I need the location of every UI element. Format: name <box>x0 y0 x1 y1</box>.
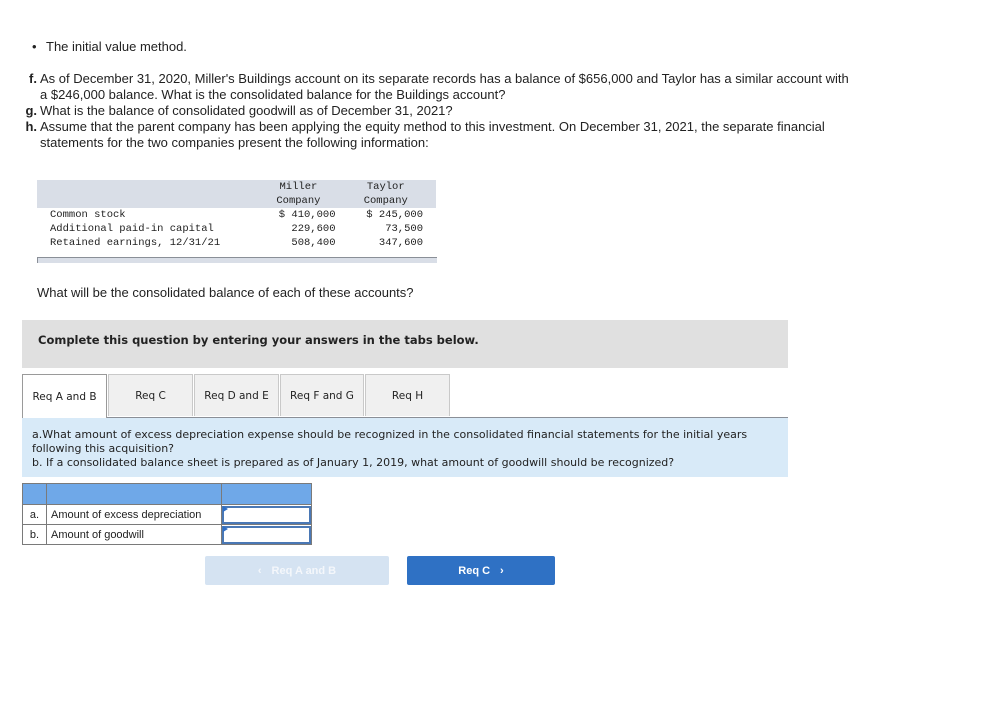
column-header-taylor-line2: Company <box>335 194 436 208</box>
answer-row: a. Amount of excess depreciation <box>22 504 312 525</box>
miller-value: 508,400 <box>291 237 336 249</box>
table-row: Retained earnings, 12/31/21 508,400 347,… <box>37 236 436 250</box>
requirement-tabs: Req A and B Req C Req D and E Req F and … <box>22 374 788 418</box>
answer-label: Amount of excess depreciation <box>46 504 222 525</box>
excess-depreciation-input[interactable] <box>222 505 311 524</box>
answer-label: Amount of goodwill <box>46 524 222 545</box>
question-letter: h. <box>25 119 37 134</box>
bullet-text: The initial value method. <box>46 39 187 54</box>
table-footer-bar <box>37 257 437 263</box>
answer-letter: b. <box>22 524 47 545</box>
question-text: Assume that the parent company has been … <box>40 119 825 150</box>
next-tab-label: Req C <box>458 564 491 577</box>
question-list: f. As of December 31, 2020, Miller's Bui… <box>20 71 850 151</box>
question-text: As of December 31, 2020, Miller's Buildi… <box>40 71 849 102</box>
chevron-right-icon: › <box>500 564 504 577</box>
table-row: Additional paid-in capital 229,600 73,50… <box>37 222 436 236</box>
table-row: Common stock $ 410,000 $ 245,000 <box>37 208 436 222</box>
answer-table: a. Amount of excess depreciation b. Amou… <box>22 483 312 545</box>
instruction-text: Complete this question by entering your … <box>38 333 479 347</box>
question-letter: f. <box>29 71 37 86</box>
question-text: What is the balance of consolidated good… <box>40 103 453 118</box>
tab-req-d-and-e[interactable]: Req D and E <box>194 374 279 416</box>
taylor-value: 73,500 <box>385 223 423 235</box>
financial-data-table: Miller Taylor Company Company Common sto… <box>37 180 436 250</box>
instruction-banner: Complete this question by entering your … <box>22 320 788 368</box>
previous-tab-button[interactable]: ‹ Req A and B <box>205 556 389 585</box>
row-label: Additional paid-in capital <box>50 223 214 235</box>
question-letter: g. <box>25 103 37 118</box>
answer-letter: a. <box>22 504 47 525</box>
prompt-text: What will be the consolidated balance of… <box>37 285 414 300</box>
requirement-b-text: b. If a consolidated balance sheet is pr… <box>32 456 675 469</box>
answer-table-header <box>22 483 312 505</box>
bullet-icon: • <box>32 39 37 54</box>
row-label: Retained earnings, 12/31/21 <box>50 237 221 249</box>
question-f: f. As of December 31, 2020, Miller's Bui… <box>20 71 850 103</box>
tab-req-c[interactable]: Req C <box>108 374 193 416</box>
previous-tab-label: Req A and B <box>271 564 337 577</box>
next-tab-button[interactable]: Req C › <box>407 556 555 585</box>
requirement-description: a.What amount of excess depreciation exp… <box>22 418 788 477</box>
column-header-miller: Miller <box>261 180 336 194</box>
row-label: Common stock <box>50 209 126 221</box>
answer-row: b. Amount of goodwill <box>22 524 312 545</box>
taylor-value: 347,600 <box>378 237 423 249</box>
tab-req-a-and-b[interactable]: Req A and B <box>22 374 107 418</box>
bullet-item: • The initial value method. <box>32 39 187 54</box>
goodwill-input[interactable] <box>222 525 311 544</box>
tab-req-h[interactable]: Req H <box>365 374 450 416</box>
miller-value: 229,600 <box>291 223 336 235</box>
miller-value: $ 410,000 <box>278 209 336 221</box>
table-header-row: Company Company <box>37 194 436 208</box>
input-marker-icon <box>223 506 228 512</box>
input-marker-icon <box>223 526 228 532</box>
column-header-taylor: Taylor <box>335 180 436 194</box>
question-h: h. Assume that the parent company has be… <box>20 119 850 151</box>
tab-req-f-and-g[interactable]: Req F and G <box>280 374 364 416</box>
requirement-a-text: a.What amount of excess depreciation exp… <box>32 428 748 455</box>
question-g: g. What is the balance of consolidated g… <box>20 103 850 119</box>
table-header-row: Miller Taylor <box>37 180 436 194</box>
column-header-miller-line2: Company <box>261 194 336 208</box>
taylor-value: $ 245,000 <box>366 209 423 221</box>
chevron-left-icon: ‹ <box>257 564 262 577</box>
